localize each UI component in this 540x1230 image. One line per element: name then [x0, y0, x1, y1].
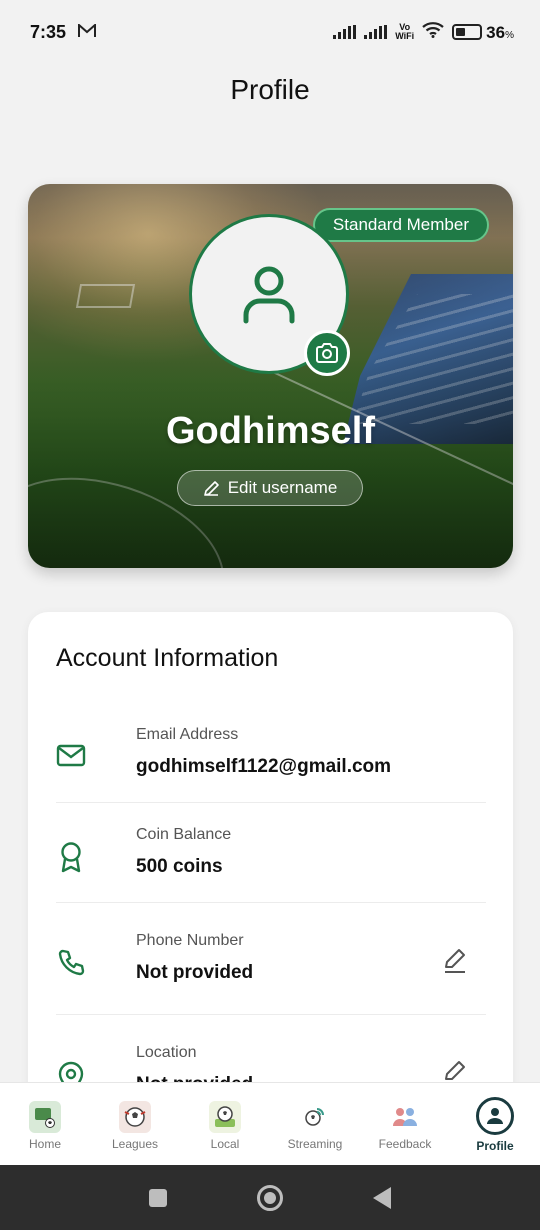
coin-balance-row: Coin Balance 500 coins	[56, 826, 486, 886]
nav-label: Feedback	[378, 1137, 432, 1151]
recent-apps-button[interactable]	[149, 1188, 167, 1207]
email-value: godhimself1122@gmail.com	[136, 756, 392, 777]
divider	[56, 1014, 486, 1015]
nav-label: Home	[28, 1137, 61, 1151]
home-button[interactable]	[257, 1184, 283, 1211]
membership-badge: Standard Member	[312, 208, 489, 242]
nav-label: Streaming	[287, 1137, 343, 1151]
divider	[56, 802, 486, 803]
page-title: Profile	[230, 74, 310, 105]
phone-icon	[56, 948, 86, 978]
nav-label: Leagues	[111, 1137, 159, 1151]
pencil-icon	[445, 949, 465, 973]
coin-balance-value: 500 coins	[136, 856, 223, 877]
nav-streaming[interactable]: Streaming	[270, 1083, 360, 1165]
profile-icon	[476, 1097, 514, 1135]
local-ball-icon	[209, 1101, 241, 1133]
account-information-card: Account Information Email Address godhim…	[28, 612, 513, 1112]
battery-icon	[452, 24, 483, 40]
nav-local[interactable]: Local	[180, 1083, 270, 1165]
signal-strength-icon	[333, 25, 357, 39]
status-time: 7:35	[30, 21, 67, 42]
change-photo-button[interactable]	[304, 330, 350, 376]
nav-feedback[interactable]: Feedback	[360, 1083, 450, 1165]
edit-username-label: Edit username	[227, 478, 338, 497]
divider	[56, 902, 486, 903]
system-navigation-bar	[0, 1165, 540, 1230]
gmail-notification-icon	[78, 22, 97, 43]
status-bar: 7:35 Vo WiFi 36%	[0, 0, 540, 64]
wifi-icon	[422, 21, 444, 43]
bottom-navigation: Home Leagues Local Streaming Feedback Pr…	[0, 1082, 540, 1165]
nav-label: Local	[210, 1137, 240, 1151]
back-button[interactable]	[373, 1186, 391, 1209]
leagues-ball-icon	[119, 1101, 151, 1133]
profile-hero-card: Standard Member Godhimself Edit username	[28, 184, 513, 568]
user-icon	[243, 266, 295, 324]
phone-label: Phone Number	[136, 932, 244, 949]
feedback-people-icon	[389, 1101, 421, 1133]
username: Godhimself	[165, 410, 376, 452]
vowifi-icon: Vo WiFi	[395, 22, 415, 41]
battery-indicator: 36%	[452, 22, 514, 43]
nav-label: Profile	[476, 1139, 514, 1153]
camera-icon	[316, 343, 338, 363]
nav-profile[interactable]: Profile	[450, 1083, 540, 1165]
coin-balance-label: Coin Balance	[136, 826, 232, 843]
streaming-ball-icon	[299, 1101, 331, 1133]
phone-row: Phone Number Not provided	[56, 932, 486, 992]
location-label: Location	[136, 1044, 197, 1061]
award-icon	[56, 840, 86, 873]
signal-strength-2-icon	[364, 25, 388, 39]
pencil-icon	[203, 480, 219, 496]
account-information-title: Account Information	[56, 644, 279, 672]
email-row: Email Address godhimself1122@gmail.com	[56, 726, 486, 786]
home-scoreboard-icon	[29, 1101, 61, 1133]
phone-value: Not provided	[136, 962, 254, 983]
email-label: Email Address	[136, 726, 239, 743]
nav-leagues[interactable]: Leagues	[90, 1083, 180, 1165]
mail-icon	[56, 740, 86, 770]
nav-home[interactable]: Home	[0, 1083, 90, 1165]
edit-phone-button[interactable]	[442, 948, 468, 974]
edit-username-button[interactable]: Edit username	[177, 470, 363, 506]
